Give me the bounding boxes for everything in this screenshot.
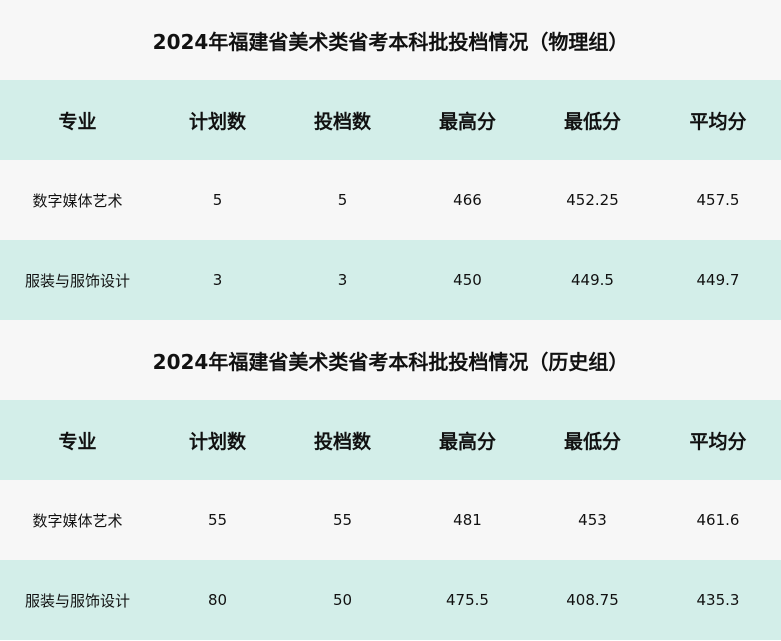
cell-admitted-count: 55 bbox=[332, 511, 353, 529]
table-row: 数字媒体艺术 55 55 481 453 461.6 bbox=[0, 480, 781, 560]
cell-avg-score: 449.7 bbox=[696, 271, 740, 289]
header-plan-count: 计划数 bbox=[188, 430, 246, 453]
physics-admission-table: 专业 计划数 投档数 最高分 最低分 平均分 数字媒体艺术 5 5 466 45… bbox=[0, 80, 781, 320]
cell-plan-count: 3 bbox=[212, 271, 223, 289]
cell-min-score: 408.75 bbox=[566, 591, 619, 609]
cell-max-score: 450 bbox=[453, 271, 482, 289]
cell-avg-score: 457.5 bbox=[696, 191, 740, 209]
header-min-score: 最低分 bbox=[563, 110, 621, 133]
cell-major: 数字媒体艺术 bbox=[32, 511, 123, 530]
table-header-row: 专业 计划数 投档数 最高分 最低分 平均分 bbox=[0, 400, 781, 480]
history-table-title: 2024年福建省美术类省考本科批投档情况（历史组） bbox=[0, 320, 781, 400]
cell-admitted-count: 3 bbox=[337, 271, 348, 289]
table-header-row: 专业 计划数 投档数 最高分 最低分 平均分 bbox=[0, 80, 781, 160]
cell-plan-count: 5 bbox=[212, 191, 223, 209]
table-row: 服装与服饰设计 80 50 475.5 408.75 435.3 bbox=[0, 560, 781, 640]
header-plan-count: 计划数 bbox=[188, 110, 246, 133]
cell-max-score: 475.5 bbox=[446, 591, 489, 609]
cell-avg-score: 461.6 bbox=[696, 511, 740, 529]
history-admission-table: 专业 计划数 投档数 最高分 最低分 平均分 数字媒体艺术 55 55 481 … bbox=[0, 400, 781, 640]
table-row: 服装与服饰设计 3 3 450 449.5 449.7 bbox=[0, 240, 781, 320]
cell-avg-score: 435.3 bbox=[696, 591, 740, 609]
cell-min-score: 449.5 bbox=[571, 271, 614, 289]
cell-major: 数字媒体艺术 bbox=[32, 191, 123, 210]
cell-min-score: 453 bbox=[578, 511, 607, 529]
page: 2024年福建省美术类省考本科批投档情况（物理组） 专业 计划数 投档数 最高分… bbox=[0, 0, 781, 641]
header-min-score: 最低分 bbox=[563, 430, 621, 453]
cell-major: 服装与服饰设计 bbox=[24, 591, 130, 610]
history-group-section: 2024年福建省美术类省考本科批投档情况（历史组） 专业 计划数 投档数 最高分… bbox=[0, 320, 781, 640]
cell-admitted-count: 5 bbox=[337, 191, 348, 209]
cell-plan-count: 55 bbox=[207, 511, 228, 529]
header-max-score: 最高分 bbox=[438, 430, 496, 453]
cell-max-score: 481 bbox=[453, 511, 482, 529]
physics-table-title: 2024年福建省美术类省考本科批投档情况（物理组） bbox=[0, 0, 781, 80]
cell-max-score: 466 bbox=[453, 191, 482, 209]
header-admitted-count: 投档数 bbox=[313, 430, 371, 453]
header-avg-score: 平均分 bbox=[689, 110, 747, 133]
header-major: 专业 bbox=[58, 430, 97, 453]
header-admitted-count: 投档数 bbox=[313, 110, 371, 133]
cell-admitted-count: 50 bbox=[332, 591, 353, 609]
physics-group-section: 2024年福建省美术类省考本科批投档情况（物理组） 专业 计划数 投档数 最高分… bbox=[0, 0, 781, 320]
header-max-score: 最高分 bbox=[438, 110, 496, 133]
table-row: 数字媒体艺术 5 5 466 452.25 457.5 bbox=[0, 160, 781, 240]
header-avg-score: 平均分 bbox=[689, 430, 747, 453]
header-major: 专业 bbox=[58, 110, 97, 133]
cell-plan-count: 80 bbox=[207, 591, 228, 609]
cell-min-score: 452.25 bbox=[566, 191, 619, 209]
cell-major: 服装与服饰设计 bbox=[24, 271, 130, 290]
